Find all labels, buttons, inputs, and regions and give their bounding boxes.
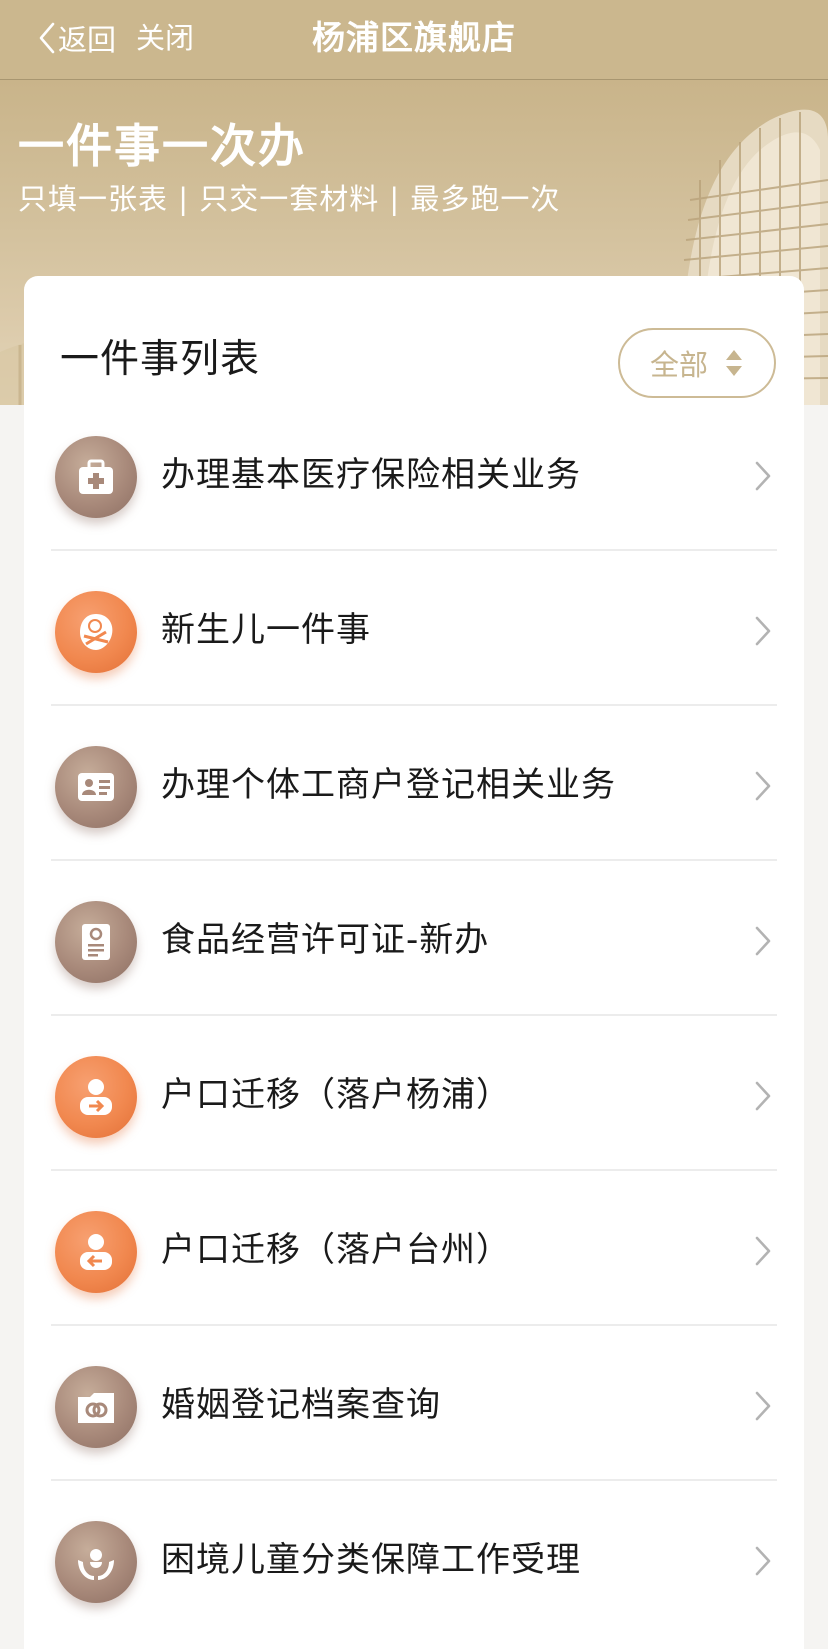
chevron-right-icon	[755, 1546, 771, 1576]
service-list-card: 一件事列表 全部 办理基本医疗保险相关业务 新生儿一件事 办理个体工商户登记相关…	[24, 276, 804, 1649]
chevron-right-icon	[755, 1081, 771, 1111]
service-list: 办理基本医疗保险相关业务 新生儿一件事 办理个体工商户登记相关业务 食品经营许可…	[51, 396, 777, 1636]
newborn-baby-icon	[55, 591, 137, 673]
chevron-right-icon	[755, 461, 771, 491]
chevron-right-icon	[755, 926, 771, 956]
marriage-folder-icon	[55, 1366, 137, 1448]
list-item[interactable]: 食品经营许可证-新办	[51, 861, 777, 1016]
person-move-in-icon	[55, 1056, 137, 1138]
hero-title: 一件事一次办	[18, 119, 306, 173]
category-filter-dropdown[interactable]: 全部	[618, 328, 776, 398]
certificate-icon	[55, 901, 137, 983]
hero-subtitle: 只填一张表 | 只交一套材料 | 最多跑一次	[18, 182, 561, 216]
list-item[interactable]: 办理基本医疗保险相关业务	[51, 396, 777, 551]
list-item[interactable]: 新生儿一件事	[51, 551, 777, 706]
medical-kit-icon	[55, 436, 137, 518]
sort-updown-icon	[726, 350, 742, 376]
child-hands-icon	[55, 1521, 137, 1603]
list-item[interactable]: 户口迁移（落户台州）	[51, 1171, 777, 1326]
top-nav-bar: 返回 关闭 杨浦区旗舰店	[0, 0, 828, 80]
list-item[interactable]: 婚姻登记档案查询	[51, 1326, 777, 1481]
list-item[interactable]: 困境儿童分类保障工作受理	[51, 1481, 777, 1636]
filter-label: 全部	[649, 348, 708, 382]
item-label: 食品经营许可证-新办	[161, 920, 490, 960]
item-label: 新生儿一件事	[161, 610, 371, 650]
chevron-right-icon	[755, 1391, 771, 1421]
item-label: 婚姻登记档案查询	[161, 1385, 441, 1425]
list-item[interactable]: 办理个体工商户登记相关业务	[51, 706, 777, 861]
page-title: 杨浦区旗舰店	[312, 18, 516, 57]
person-move-out-icon	[55, 1211, 137, 1293]
item-label: 办理基本医疗保险相关业务	[161, 455, 581, 495]
id-card-icon	[55, 746, 137, 828]
item-label: 户口迁移（落户台州）	[161, 1230, 511, 1270]
list-title: 一件事列表	[60, 337, 261, 382]
chevron-right-icon	[755, 771, 771, 801]
list-item[interactable]: 户口迁移（落户杨浦）	[51, 1016, 777, 1171]
item-label: 困境儿童分类保障工作受理	[161, 1540, 581, 1580]
chevron-right-icon	[755, 1236, 771, 1266]
item-label: 户口迁移（落户杨浦）	[161, 1075, 511, 1115]
chevron-right-icon	[755, 616, 771, 646]
item-label: 办理个体工商户登记相关业务	[161, 765, 616, 805]
